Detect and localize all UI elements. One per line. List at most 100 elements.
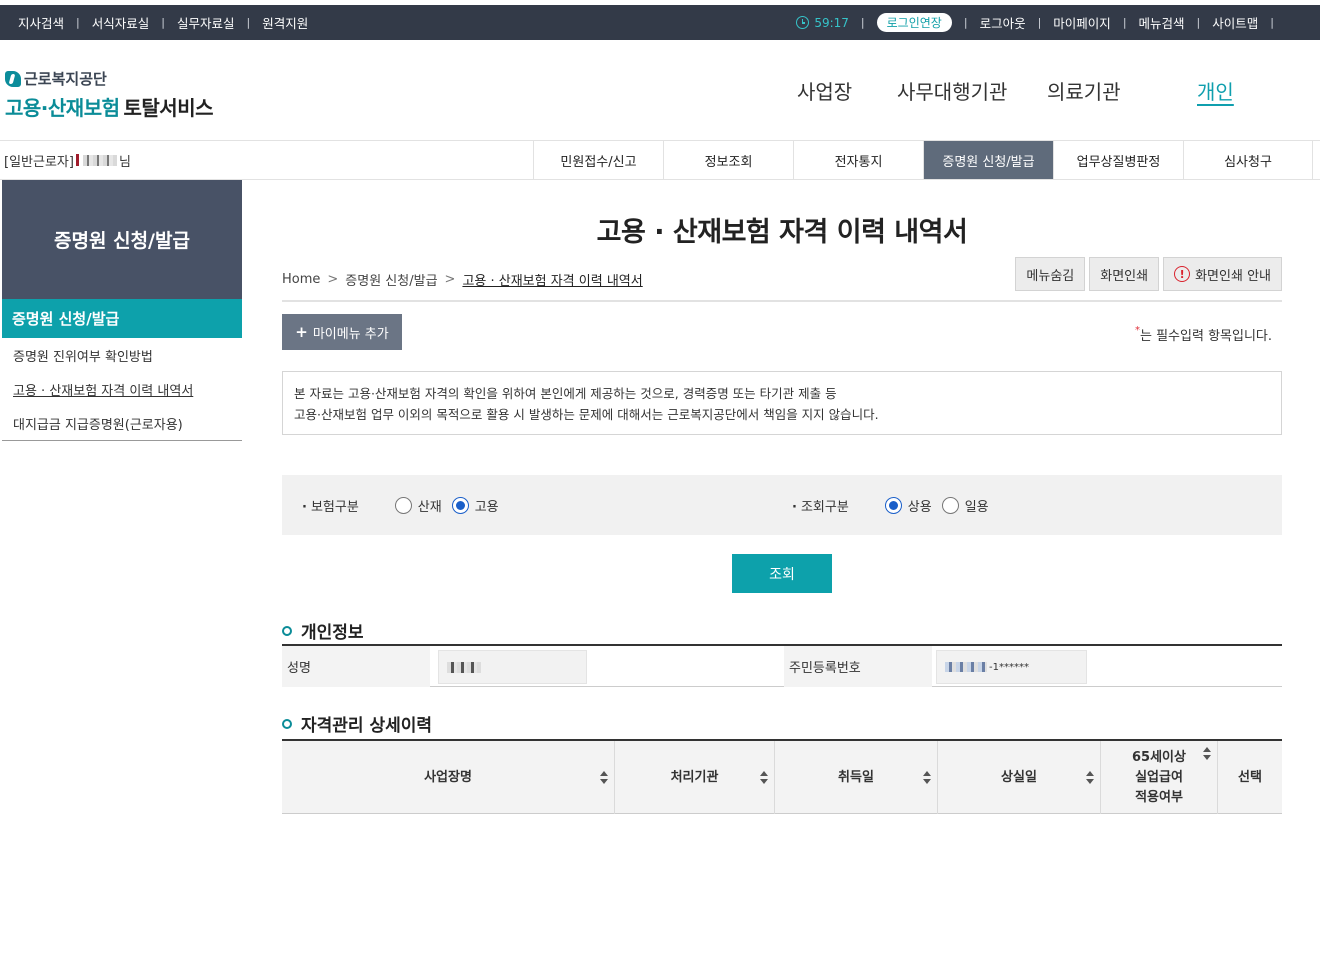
service-name-teal: 고용·산재보험 [5,96,120,120]
tab-civil-complaint[interactable]: 민원접수/신고 [533,141,663,179]
gnb-workplace[interactable]: 사업장 [797,76,852,105]
separator: | [161,16,165,29]
sidebar-item-insurance-history[interactable]: 고용 · 산재보험 자격 이력 내역서 [2,372,242,406]
tab-occupational-disease[interactable]: 업무상질병판정 [1053,141,1183,179]
sidebar-item-authenticity[interactable]: 증명원 진위여부 확인방법 [2,338,242,372]
gnb-individual[interactable]: 개인 [1197,76,1234,105]
tab-e-notice[interactable]: 전자통지 [793,141,923,179]
col-agency[interactable]: 처리기관 [614,741,774,814]
logout-link[interactable]: 로그아웃 [980,13,1026,32]
breadcrumb: Home > 증명원 신청/발급 > 고용 · 산재보험 자격 이력 내역서 [282,270,643,289]
separator: | [963,16,968,29]
sort-icon[interactable] [600,770,608,784]
col-acquired-date[interactable]: 취득일 [774,741,937,814]
col-over65[interactable]: 65세이상 실업급여 적용여부 [1100,741,1217,814]
search-conditions: 보험구분 산재 고용 조회구분 상용 일용 [282,475,1282,535]
col-workplace-label: 사업장명 [424,769,472,785]
tab-review-request[interactable]: 심사청구 [1183,141,1313,179]
radio-daily-circle[interactable] [941,496,959,514]
radio-employment-label: 고용 [474,499,499,515]
print-guide-button[interactable]: ! 화면인쇄 안내 [1163,257,1282,291]
sort-icon[interactable] [923,770,931,784]
remote-support-link[interactable]: 원격지원 [262,13,308,32]
sidebar-active-menu[interactable]: 증명원 신청/발급 [2,299,242,338]
separator: | [1122,16,1127,29]
service-name: 고용·산재보험 토탈서비스 [5,92,213,121]
breadcrumb-current[interactable]: 고용 · 산재보험 자격 이력 내역서 [462,270,642,289]
top-left-links: 지사검색 | 서식자료실 | 실무자료실 | 원격지원 [18,5,308,40]
insurance-type-label: 보험구분 [302,496,359,515]
query-type-label: 조회구분 [792,496,849,515]
rrn-field: -1****** [936,650,1087,684]
required-note: *는 필수입력 항목입니다. [1135,325,1272,344]
menu-search-link[interactable]: 메뉴검색 [1139,13,1185,32]
logo-mark-icon [5,70,21,87]
sub-nav: [일반근로자] 님 민원접수/신고 정보조회 전자통지 증명원 신청/발급 업무… [0,140,1320,180]
gnb-agency[interactable]: 사무대행기관 [897,76,1007,105]
sidebar-item-wage-certificate[interactable]: 대지급금 지급증명원(근로자용) [2,406,242,440]
radio-industrial[interactable]: 산재 [394,496,442,515]
notice-line-1: 본 자료는 고용·산재보험 자격의 확인을 위하여 본인에게 제공하는 것으로,… [294,386,837,401]
radio-daily[interactable]: 일용 [941,496,989,515]
sort-icon[interactable] [1086,770,1094,784]
sitemap-link[interactable]: 사이트맵 [1212,13,1258,32]
site-logo[interactable]: 근로복지공단 고용·산재보험 토탈서비스 [5,68,213,121]
sort-icon[interactable] [1203,747,1211,760]
login-extend-button[interactable]: 로그인연장 [876,13,952,32]
col-select: 선택 [1217,741,1282,814]
col-over65-label: 65세이상 실업급여 적용여부 [1132,749,1186,805]
radio-regular[interactable]: 상용 [884,496,932,515]
section-bullet-icon [282,718,292,729]
col-lost-date[interactable]: 상실일 [937,741,1100,814]
user-info: [일반근로자] 님 [4,141,131,179]
search-button[interactable]: 조회 [732,554,832,593]
separator: | [246,16,251,29]
user-name-masked [82,154,117,166]
user-bar [75,154,79,166]
sort-icon[interactable] [760,770,768,784]
service-name-dark: 토탈서비스 [123,96,214,120]
forms-library-link[interactable]: 서식자료실 [92,13,150,32]
plus-icon: + [295,323,308,341]
personal-info-table: 성명 주민등록번호 -1****** [282,644,1282,687]
radio-industrial-circle[interactable] [394,496,412,514]
sidebar-heading: 증명원 신청/발급 [2,180,242,299]
chevron-right-icon: > [327,272,339,287]
top-utility-bar: 지사검색 | 서식자료실 | 실무자료실 | 원격지원 59:17 | 로그인연… [0,5,1320,40]
section-bullet-icon [282,625,292,636]
add-mymenu-button[interactable]: + 마이메뉴 추가 [282,314,402,350]
radio-daily-label: 일용 [964,499,989,515]
breadcrumb-certificate[interactable]: 증명원 신청/발급 [345,270,437,289]
separator: | [1196,16,1201,29]
print-screen-button[interactable]: 화면인쇄 [1089,257,1160,291]
radio-industrial-label: 산재 [417,499,442,515]
notice-box: 본 자료는 고용·산재보험 자격의 확인을 위하여 본인에게 제공하는 것으로,… [282,371,1282,435]
alert-icon: ! [1174,266,1191,282]
radio-employment[interactable]: 고용 [451,496,499,515]
breadcrumb-home[interactable]: Home [282,272,320,287]
subtabs: 민원접수/신고 정보조회 전자통지 증명원 신청/발급 업무상질병판정 심사청구 [533,141,1313,179]
tab-certificate[interactable]: 증명원 신청/발급 [923,141,1053,179]
branch-search-link[interactable]: 지사검색 [18,13,64,32]
chevron-right-icon: > [444,272,456,287]
separator: | [860,16,865,29]
notice-line-2: 고용·산재보험 업무 이외의 목적으로 활용 시 발생하는 문제에 대해서는 근… [294,407,879,422]
org-name: 근로복지공단 [5,68,213,89]
name-masked [447,661,481,673]
col-agency-label: 처리기관 [670,769,719,785]
page-title: 고용 · 산재보험 자격 이력 내역서 [596,217,968,248]
col-lost-label: 상실일 [1001,769,1037,785]
insurance-type-group: 보험구분 산재 고용 [302,475,509,535]
col-workplace[interactable]: 사업장명 [282,741,614,814]
mypage-link[interactable]: 마이페이지 [1053,13,1111,32]
query-type-group: 조회구분 상용 일용 [792,475,999,535]
session-timer-value: 59:17 [814,15,849,30]
practice-library-link[interactable]: 실무자료실 [177,13,235,32]
tab-info-lookup[interactable]: 정보조회 [663,141,793,179]
radio-regular-circle[interactable] [884,496,902,514]
clock-icon [796,16,810,29]
radio-employment-circle[interactable] [451,496,469,514]
user-suffix: 님 [118,154,131,170]
hide-menu-button[interactable]: 메뉴숨김 [1015,257,1086,291]
gnb-medical[interactable]: 의료기관 [1047,76,1121,105]
